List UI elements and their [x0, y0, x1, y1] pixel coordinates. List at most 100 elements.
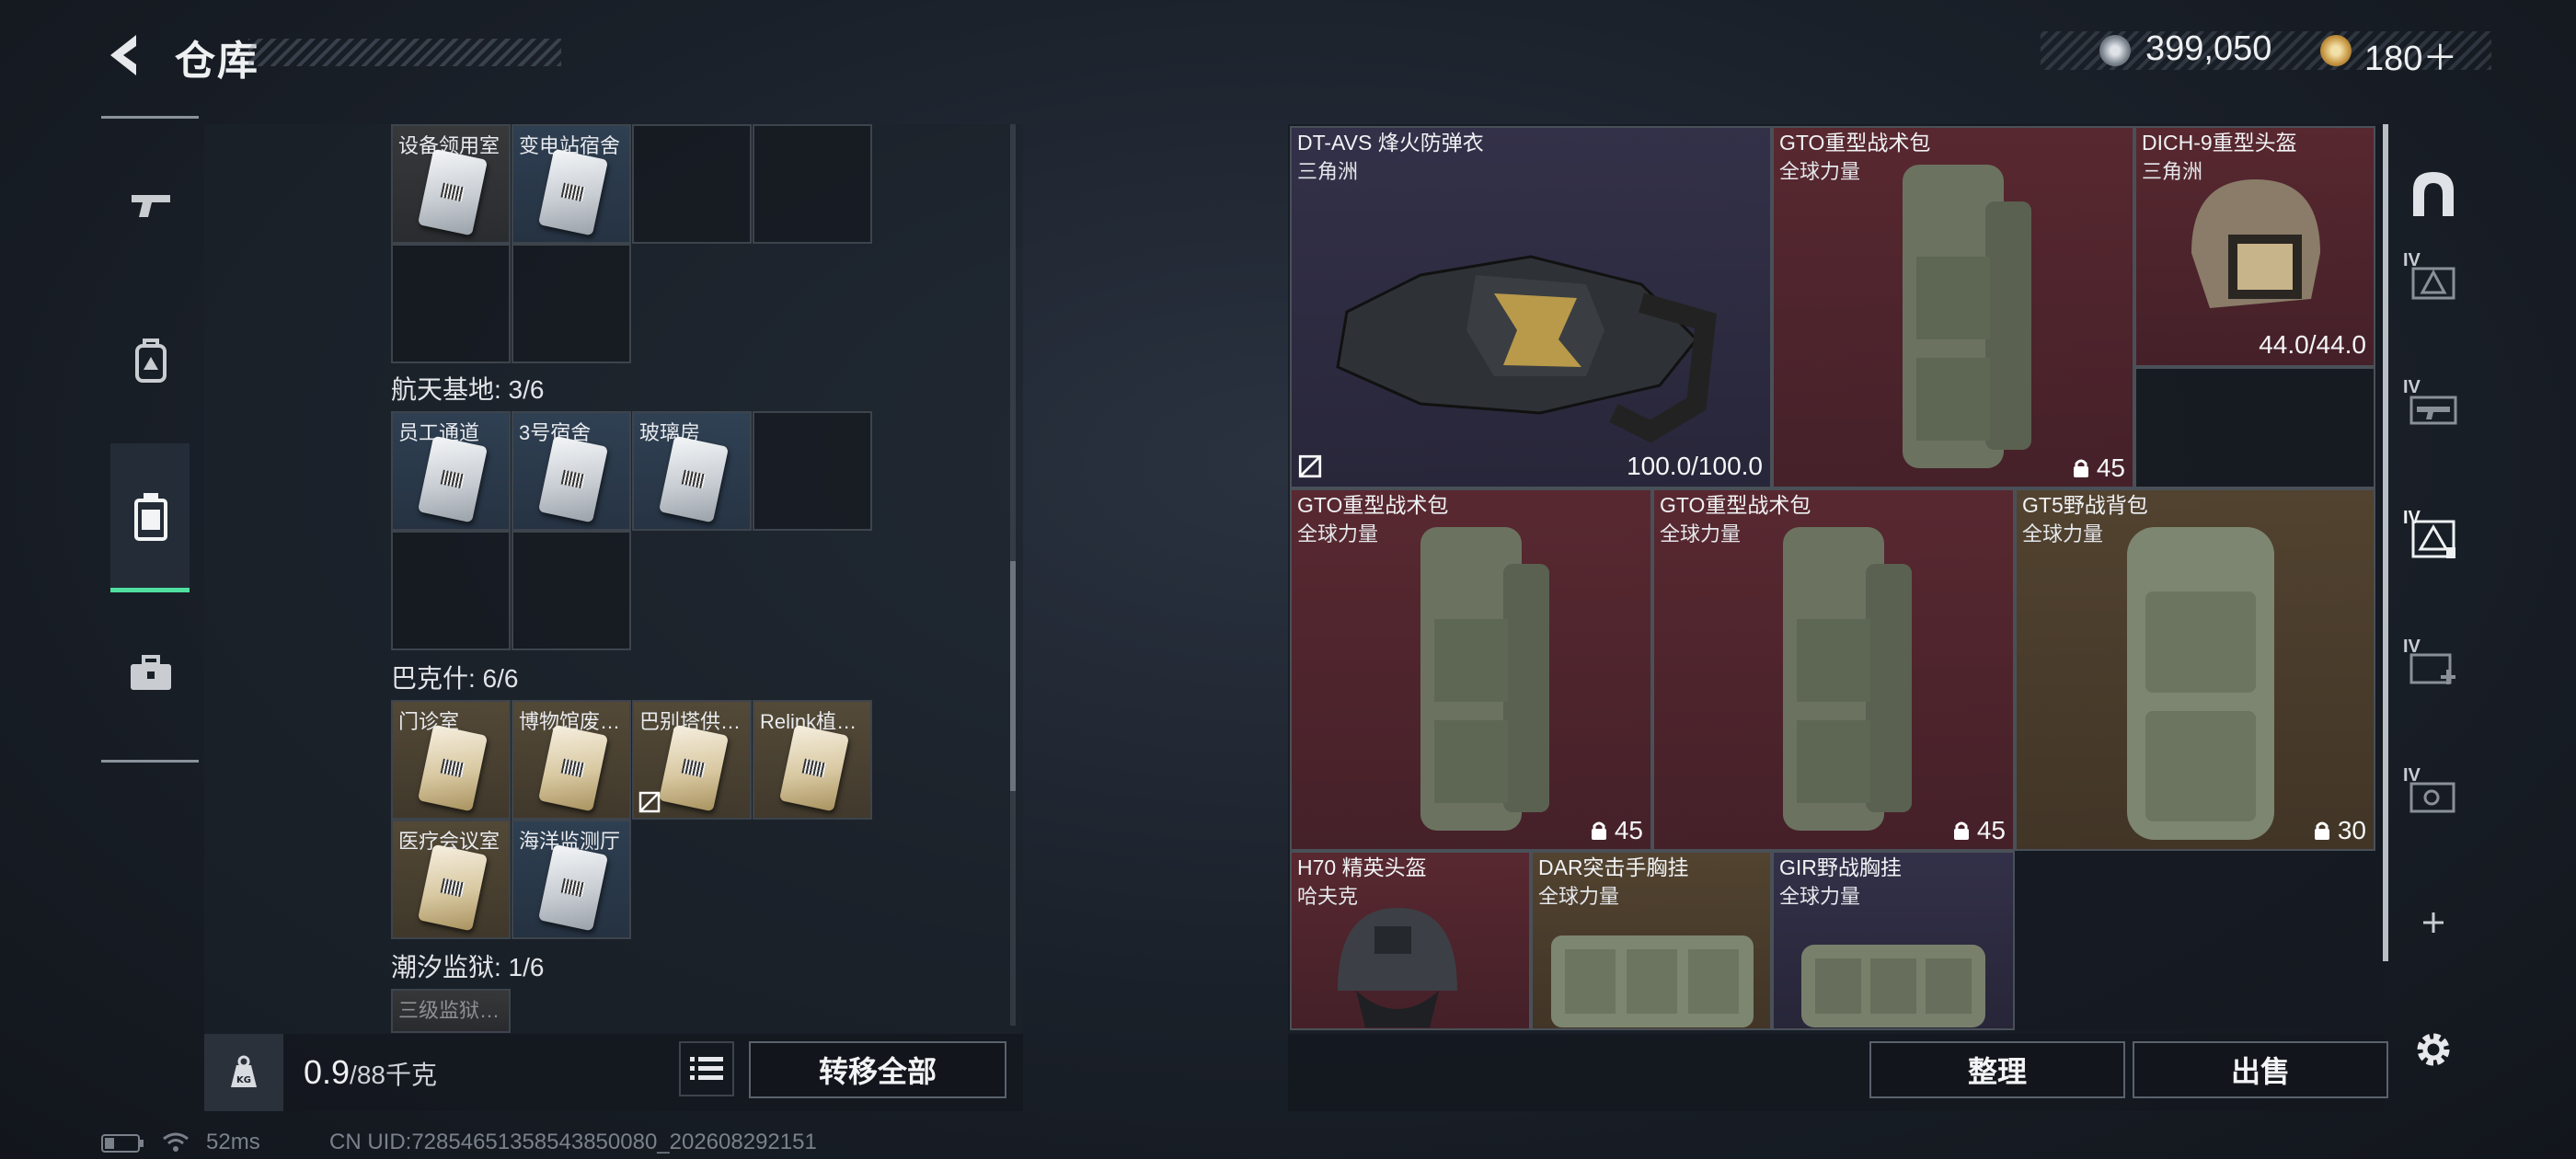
backpack-icon: [1420, 527, 1549, 831]
nav-items[interactable]: [112, 635, 190, 712]
medical-box-icon: [2409, 653, 2455, 684]
empty-slot[interactable]: [753, 411, 872, 531]
key-slot[interactable]: 设备领用室: [391, 124, 511, 244]
keycard-icon: [417, 148, 489, 236]
storage-tab-gear[interactable]: [2403, 506, 2464, 567]
capacity-icon: [1953, 821, 1969, 840]
inventory-item[interactable]: GTO重型战术包 全球力量 45: [1772, 126, 2134, 488]
capacity-icon: [1591, 821, 1606, 840]
empty-slot[interactable]: [632, 124, 752, 244]
capacity-icon: [2073, 459, 2088, 477]
svg-text:KG: KG: [236, 1075, 251, 1085]
plus-icon: [2423, 912, 2444, 933]
storage-tab-weapon[interactable]: [2403, 375, 2464, 436]
keycard-icon: [417, 843, 489, 932]
coin-balance: 399,050: [2145, 29, 2272, 68]
key-slot[interactable]: Relink植…: [753, 700, 872, 820]
helmet-icon: [1338, 908, 1457, 1027]
empty-slot[interactable]: [512, 244, 631, 363]
empty-slot[interactable]: [753, 124, 872, 244]
inventory-item[interactable]: DAR突击手胸挂 全球力量: [1531, 851, 1772, 1030]
storage-tab-armor[interactable]: [2403, 248, 2464, 309]
key-slot[interactable]: 三级监狱…: [391, 989, 511, 1033]
key-slot[interactable]: 员工通道: [391, 411, 511, 531]
empty-slot[interactable]: [391, 531, 511, 650]
inventory-item[interactable]: GIR野战胸挂 全球力量: [1772, 851, 2015, 1030]
coin-icon: [2099, 35, 2131, 66]
nav-divider-top: [101, 116, 199, 119]
title-decoration: [248, 39, 561, 66]
chest-rig-icon: [1801, 945, 1985, 1027]
sort-button[interactable]: 整理: [1869, 1041, 2125, 1098]
list-icon: [690, 1057, 723, 1080]
empty-slot[interactable]: [512, 531, 631, 650]
premium-balance[interactable]: 180＋: [2364, 29, 2457, 80]
toolbox-icon: [131, 655, 171, 690]
arch-icon: [2413, 172, 2454, 216]
helmet-icon: [2191, 179, 2320, 308]
add-storage-button[interactable]: [2403, 892, 2464, 953]
scrollbar-thumb[interactable]: [2383, 124, 2388, 961]
key-box-icon: [2409, 782, 2455, 813]
key-slot[interactable]: 博物馆废…: [512, 700, 631, 820]
section-title: 巴克什: 6/6: [391, 664, 519, 693]
keycard-icon: [537, 724, 609, 812]
battery-icon: [101, 1134, 144, 1153]
ping-text: 52ms: [206, 1130, 260, 1154]
key-slot[interactable]: 海洋监测厅: [512, 820, 631, 939]
weight-icon: KG: [204, 1034, 283, 1111]
inventory-item[interactable]: DT-AVS 烽火防弹衣 三角洲 100.0/100.0: [1290, 126, 1772, 488]
inventory-item[interactable]: GTO重型战术包 全球力量 45: [1290, 488, 1652, 851]
back-arrow-icon[interactable]: [99, 28, 155, 83]
inventory-item[interactable]: H70 精英头盔 哈夫克: [1290, 851, 1531, 1030]
nav-divider-bottom: [101, 760, 199, 763]
non-tradable-icon: [638, 791, 661, 813]
wifi-icon: [163, 1132, 189, 1152]
gear-box-icon: [2411, 520, 2455, 558]
nav-equipment[interactable]: [112, 322, 190, 399]
settings-button[interactable]: [2403, 1019, 2464, 1080]
keycard-icon: [658, 435, 730, 523]
key-slot[interactable]: 门诊室: [391, 700, 511, 820]
key-slot[interactable]: 玻璃房: [632, 411, 752, 531]
key-slot[interactable]: 变电站宿舍: [512, 124, 631, 244]
backpack-icon: [1783, 527, 1912, 831]
capacity-text: 0.9/88千克: [304, 1053, 437, 1091]
gear-icon: [2417, 1033, 2450, 1066]
empty-slot[interactable]: [391, 244, 511, 363]
inventory-item[interactable]: GTO重型战术包 全球力量 45: [1652, 488, 2015, 851]
keycard-case-icon: [134, 493, 167, 541]
uid-text: CN UID:7285465135854385008​0_20260829215…: [329, 1130, 817, 1154]
keycard-icon: [778, 724, 850, 812]
sell-button[interactable]: 出售: [2133, 1041, 2388, 1098]
body-armor-icon: [1336, 255, 1717, 443]
page-title: 仓库: [175, 39, 259, 84]
key-slot[interactable]: 巴别塔供…: [632, 700, 752, 820]
keycard-icon: [658, 724, 730, 812]
keycard-icon: [417, 435, 489, 523]
storage-tab-main[interactable]: [2403, 164, 2464, 224]
empty-slot[interactable]: [2134, 367, 2375, 488]
capacity-icon: [2314, 821, 2329, 840]
keycard-icon: [537, 148, 609, 236]
chest-rig-icon: [1551, 935, 1754, 1027]
inventory-item[interactable]: DICH-9重型头盔 三角洲 44.0/44.0: [2134, 126, 2375, 367]
keycard-icon: [537, 435, 609, 523]
nav-weapons[interactable]: [112, 166, 190, 243]
keycard-icon: [537, 843, 609, 932]
list-view-button[interactable]: [679, 1041, 734, 1096]
premium-coin-icon: [2320, 35, 2352, 66]
key-slot[interactable]: 医疗会议室: [391, 820, 511, 939]
keycard-icon: [417, 724, 489, 812]
scrollbar-thumb[interactable]: [1010, 561, 1016, 791]
storage-tab-keys[interactable]: [2403, 763, 2464, 824]
weapon-rack-icon: [2409, 396, 2457, 425]
key-slot[interactable]: 3号宿舍: [512, 411, 631, 531]
backpack-icon: [135, 339, 167, 383]
transfer-all-button[interactable]: 转移全部: [749, 1041, 1006, 1098]
gun-icon: [132, 195, 170, 217]
nav-keys[interactable]: [112, 478, 190, 556]
backpack-icon: [2127, 527, 2274, 840]
inventory-item[interactable]: GT5野战背包 全球力量 30: [2015, 488, 2375, 851]
storage-tab-medical[interactable]: [2403, 635, 2464, 695]
